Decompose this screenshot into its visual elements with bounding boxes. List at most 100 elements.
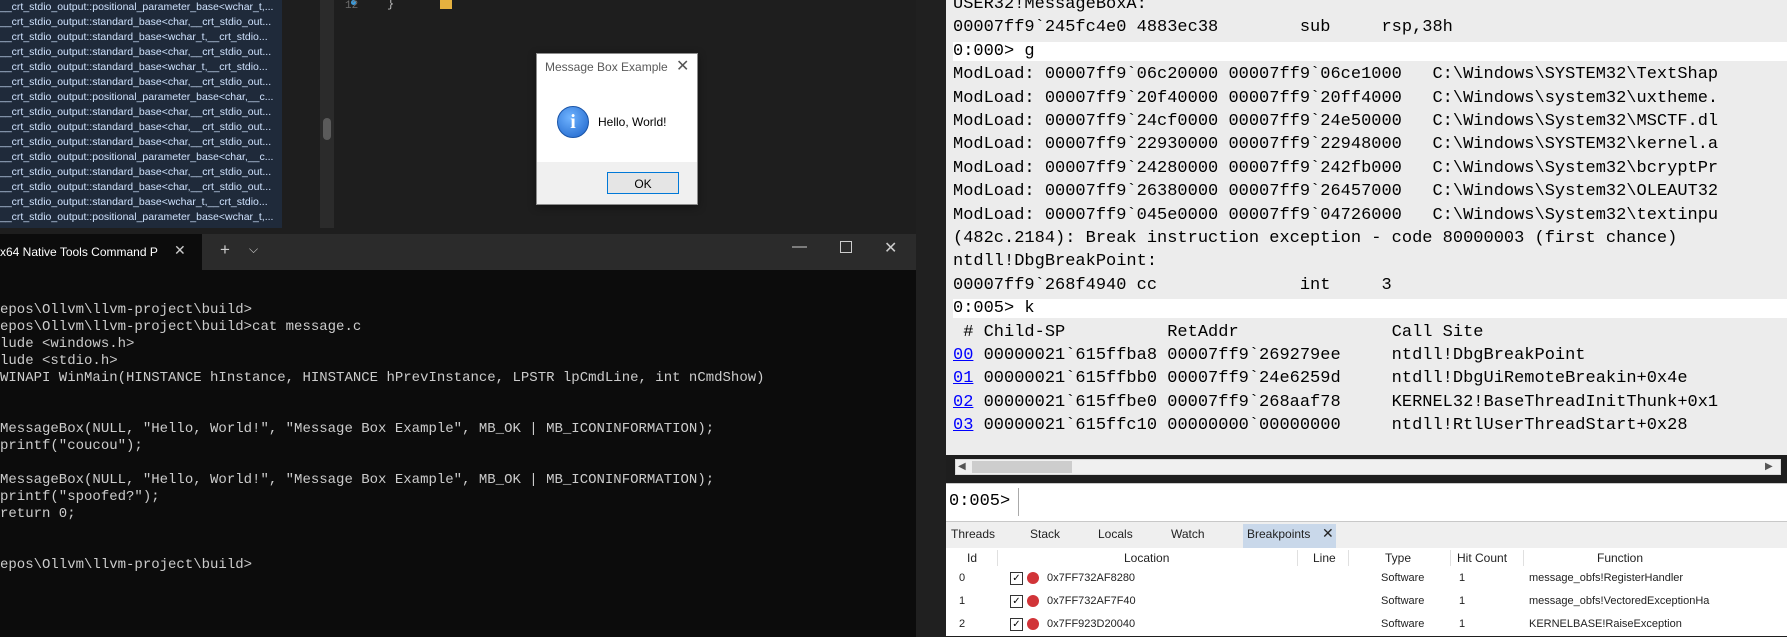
stack-frame-row: 01 00000021`615ffbb0 00007ff9`24e6259d n… [953,369,1688,388]
symbol-list-scrollbar[interactable] [320,0,334,228]
bp-function: KERNELBASE!RaiseException [1529,618,1682,630]
scroll-right-icon[interactable]: ▶ [1765,461,1773,472]
output-horizontal-scrollbar[interactable] [955,459,1781,475]
bp-location: 0x7FF732AF7F40 [1047,595,1136,607]
close-window-icon[interactable]: ✕ [884,238,897,258]
stack-frame-detail: 00000021`615ffbb0 00007ff9`24e6259d ntdl… [973,369,1688,389]
enabled-checkbox[interactable]: ✓ [1010,595,1023,608]
symbol-row[interactable]: __crt_stdio_output::standard_base<char,_… [0,165,282,180]
terminal-output[interactable]: epos\Ollvm\llvm-project\build> epos\Ollvm… [0,270,916,637]
symbol-name: __crt_stdio_output::standard_base<wchar_… [0,196,268,208]
symbol-row[interactable]: __crt_stdio_output::standard_base<char,_… [0,180,282,195]
new-tab-icon[interactable]: + [220,240,230,260]
symbol-name: __crt_stdio_output::standard_base<wchar_… [0,61,268,73]
close-tab-icon[interactable]: ✕ [174,242,186,259]
symbol-row[interactable]: __crt_stdio_output::positional_parameter… [0,150,282,165]
stack-frame-link[interactable]: 03 [953,416,973,435]
scroll-left-icon[interactable]: ◀ [958,461,966,472]
chevron-down-icon[interactable]: ⌵ [249,242,258,257]
symbol-name: __crt_stdio_output::standard_base<char,_… [0,106,272,118]
column-header-type[interactable]: Type [1385,551,1411,565]
bp-hit-count: 1 [1459,595,1466,607]
symbol-row[interactable]: __crt_stdio_output::standard_base<char,_… [0,15,282,30]
bp-location: 0x7FF732AF8280 [1047,572,1136,584]
debugger-output-line: 0:005> k [953,299,1787,319]
tab-breakpoints[interactable]: Breakpoints [1247,527,1310,541]
minimize-icon[interactable]: — [792,238,807,255]
debugger-output-line: (482c.2184): Break instruction exception… [953,229,1678,248]
terminal-line: MessageBox(NULL, "Hello, World!", "Messa… [0,472,715,488]
symbol-name: __crt_stdio_output::standard_base<char,_… [0,166,272,178]
stack-frame-detail: 00000021`615ffbe0 00007ff9`268aaf78 KERN… [973,392,1719,412]
stack-frame-link[interactable]: 01 [953,369,973,388]
terminal-line: lude <stdio.h> [0,353,118,369]
symbol-row[interactable]: __crt_stdio_output::standard_base<wchar_… [0,30,282,45]
symbol-name: __crt_stdio_output::standard_base<char,_… [0,121,272,133]
debugger-output-line: 00007ff9`268f4940 cc int 3 [953,275,1392,295]
ok-button[interactable]: OK [607,172,679,194]
bp-id: 1 [959,595,966,607]
debugger-output-line: ModLoad: 00007ff9`24cf0000 00007ff9`24e5… [953,112,1719,131]
column-divider [1297,550,1298,566]
column-header-function[interactable]: Function [1597,551,1643,565]
terminal-tab-title: x64 Native Tools Command P [0,245,158,259]
column-header-line[interactable]: Line [1313,551,1336,565]
column-header-hit-count[interactable]: Hit Count [1457,551,1507,565]
scroll-thumb[interactable] [972,461,1072,473]
symbol-row[interactable]: __crt_stdio_output::standard_base<char,_… [0,120,282,135]
line-number: 12 [345,0,359,12]
terminal-line: MessageBox(NULL, "Hello, World!", "Messa… [0,421,715,437]
tab-stack[interactable]: Stack [1030,527,1060,541]
breakpoints-header [946,548,1787,568]
symbol-list-scroll-thumb[interactable] [323,118,331,140]
symbol-list[interactable]: __crt_stdio_output::positional_parameter… [0,0,282,228]
column-divider [997,550,998,566]
tab-locals[interactable]: Locals [1098,527,1133,541]
debugger-output-line: ModLoad: 00007ff9`24280000 00007ff9`242f… [953,158,1719,178]
symbol-row[interactable]: __crt_stdio_output::standard_base<char,_… [0,135,282,150]
tab-threads[interactable]: Threads [951,527,995,541]
enabled-checkbox[interactable]: ✓ [1010,572,1023,585]
debugger-output-line: 00007ff9`245fc4e0 4883ec38 sub rsp,38h [953,18,1453,38]
symbol-name: __crt_stdio_output::standard_base<char,_… [0,16,272,28]
symbol-name: __crt_stdio_output::standard_base<char,_… [0,46,272,58]
column-divider [1348,550,1349,566]
symbol-name: __crt_stdio_output::positional_parameter… [0,151,274,163]
symbol-name: __crt_stdio_output::standard_base<wchar_… [0,31,268,43]
command-input[interactable] [1018,488,1783,516]
window-divider [916,0,946,637]
symbol-row[interactable]: __crt_stdio_output::standard_base<wchar_… [0,195,282,210]
close-icon[interactable]: ✕ [676,56,689,76]
symbol-row[interactable]: __crt_stdio_output::positional_parameter… [0,210,282,225]
debugger-output-line: USER32!MessageBoxA: [953,0,1147,14]
terminal-line: epos\Ollvm\llvm-project\build> [0,302,253,318]
symbol-name: __crt_stdio_output::standard_base<char,_… [0,136,272,148]
bp-type: Software [1381,618,1425,630]
symbol-row[interactable]: __crt_stdio_output::standard_base<char,_… [0,75,282,90]
dialog-title: Message Box Example [545,60,668,74]
stack-frame-link[interactable]: 02 [953,393,973,412]
symbol-row[interactable]: __crt_stdio_output::standard_base<char,_… [0,45,282,60]
column-header-location[interactable]: Location [1124,551,1169,565]
bp-type: Software [1381,595,1425,607]
symbol-row[interactable]: __crt_stdio_output::standard_base<char,_… [0,105,282,120]
symbol-row[interactable]: __crt_stdio_output::positional_parameter… [0,0,282,15]
debugger-output-line: ModLoad: 00007ff9`22930000 00007ff9`2294… [953,135,1719,155]
bp-hit-count: 1 [1459,572,1466,584]
maximize-icon[interactable] [840,241,852,253]
symbol-row[interactable]: __crt_stdio_output::positional_parameter… [0,90,282,105]
enabled-checkbox[interactable]: ✓ [1010,618,1023,631]
stack-frame-detail: 00000021`615ffba8 00007ff9`269279ee ntdl… [973,346,1586,365]
terminal-line: lude <windows.h> [0,336,135,352]
close-tab-icon[interactable]: ✕ [1322,525,1334,542]
tab-watch[interactable]: Watch [1171,527,1205,541]
stack-frame-link[interactable]: 00 [953,346,973,365]
symbol-row[interactable]: __crt_stdio_output::standard_base<wchar_… [0,60,282,75]
symbol-name: __crt_stdio_output::positional_parameter… [0,1,274,13]
dialog-message: Hello, World! [598,115,667,129]
command-prompt: 0:005> [949,492,1011,511]
debugger-output-line: ModLoad: 00007ff9`26380000 00007ff9`2645… [953,182,1719,202]
column-header-id[interactable]: Id [967,551,977,565]
symbol-name: __crt_stdio_output::positional_parameter… [0,91,274,103]
column-divider [1523,550,1524,566]
